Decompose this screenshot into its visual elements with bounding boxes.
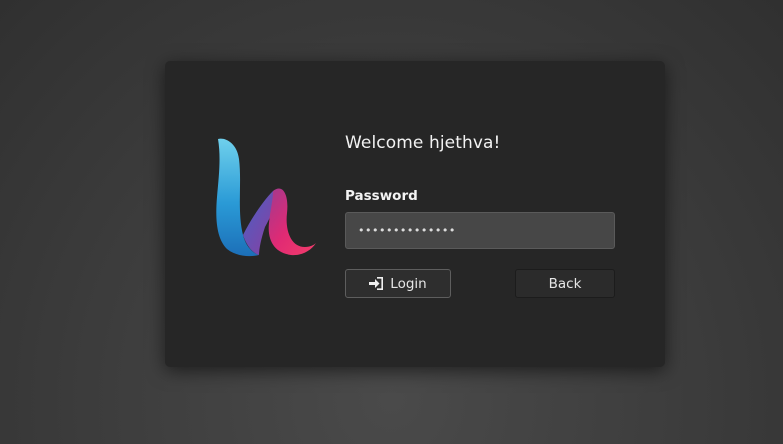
login-button-label: Login [390,275,427,292]
password-label: Password [345,188,418,204]
login-card: Welcome hjethva! Password Login Back [165,61,665,367]
back-button-label: Back [548,275,582,292]
brand-logo [213,135,317,259]
welcome-heading: Welcome hjethva! [345,133,501,153]
password-field[interactable] [345,212,615,249]
login-button[interactable]: Login [345,269,451,298]
sign-in-icon [369,277,384,290]
back-button[interactable]: Back [515,269,615,298]
